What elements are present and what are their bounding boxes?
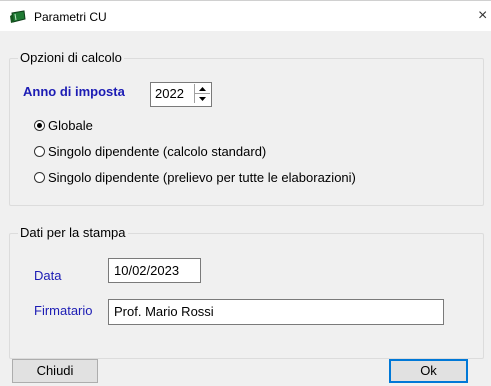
chiudi-button[interactable]: Chiudi — [12, 359, 98, 383]
radio-globale[interactable]: Globale — [34, 118, 93, 133]
spinner-buttons — [194, 84, 210, 103]
increment-button[interactable] — [195, 84, 210, 94]
calc-options-title: Opzioni di calcolo — [18, 50, 124, 65]
print-data-group: Dati per la stampa — [9, 225, 484, 359]
signer-field[interactable]: Prof. Mario Rossi — [108, 299, 444, 325]
ok-button[interactable]: Ok — [389, 359, 468, 383]
year-label: Anno di imposta — [23, 84, 125, 99]
print-data-title: Dati per la stampa — [18, 225, 128, 240]
radio-label: Singolo dipendente (calcolo standard) — [48, 144, 267, 159]
decrement-button[interactable] — [195, 94, 210, 103]
arrow-up-icon — [199, 86, 206, 91]
date-label: Data — [34, 268, 62, 283]
app-icon — [9, 10, 27, 24]
radio-singolo-prelievo[interactable]: Singolo dipendente (prelievo per tutte l… — [34, 170, 356, 185]
window-title: Parametri CU — [34, 10, 107, 24]
signer-label: Firmatario — [34, 303, 93, 318]
radio-button[interactable] — [34, 172, 45, 183]
year-value: 2022 — [155, 86, 184, 101]
radio-label: Singolo dipendente (prelievo per tutte l… — [48, 170, 356, 185]
arrow-down-icon — [199, 96, 206, 101]
date-field[interactable]: 10/02/2023 — [108, 258, 201, 283]
close-window-button[interactable]: × — [478, 5, 491, 27]
radio-button[interactable] — [34, 146, 45, 157]
radio-singolo-standard[interactable]: Singolo dipendente (calcolo standard) — [34, 144, 266, 159]
dialog-body: Opzioni di calcolo Anno di imposta 2022 … — [0, 31, 491, 386]
year-spinner[interactable]: 2022 — [150, 82, 212, 107]
radio-button-checked[interactable] — [34, 120, 45, 131]
radio-label: Globale — [48, 118, 93, 133]
title-bar: Parametri CU × — [0, 1, 491, 31]
